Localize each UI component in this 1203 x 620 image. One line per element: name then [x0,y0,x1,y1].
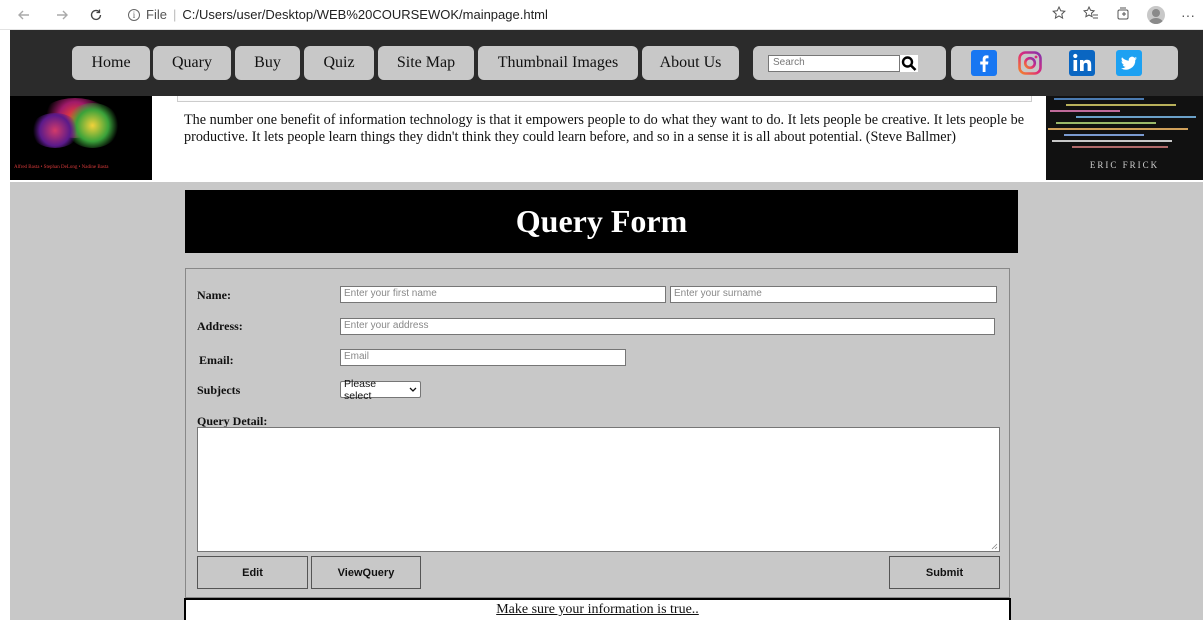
first-name-input[interactable]: Enter your first name [340,286,666,303]
search-input[interactable]: Search [768,55,900,72]
refresh-icon[interactable] [86,5,106,25]
nav-buy[interactable]: Buy [235,46,300,80]
query-detail-textarea[interactable] [197,427,1000,552]
quote-top-border [177,96,1032,102]
main-navbar: Home Quary Buy Quiz Site Map Thumbnail I… [10,30,1203,96]
left-book-image: Alfred Basta • Stephan DeLong • Nadine B… [10,88,152,180]
surname-input[interactable]: Enter your surname [670,286,997,303]
nav-about-us[interactable]: About Us [642,46,739,80]
address-bar[interactable]: i File | C:/Users/user/Desktop/WEB%20COU… [128,7,548,22]
subjects-selected-value: Please select [344,377,377,402]
info-icon[interactable]: i [128,8,140,21]
instagram-icon[interactable] [1017,50,1043,76]
edit-button[interactable]: Edit [197,556,308,589]
nav-quiz[interactable]: Quiz [304,46,374,80]
email-input[interactable]: Email [340,349,626,366]
name-label: Name: [197,288,231,302]
search-icon[interactable] [900,55,918,72]
left-book-authors: Alfred Basta • Stephan DeLong • Nadine B… [14,165,109,170]
collections-icon[interactable] [1115,5,1131,24]
page-title: Query Form [185,190,1018,253]
social-links [951,46,1178,80]
subjects-select[interactable]: Please select [340,378,421,402]
view-query-button[interactable]: ViewQuery [311,556,421,589]
nav-site-map[interactable]: Site Map [378,46,474,80]
search-box: Search [753,46,946,80]
url-text[interactable]: C:/Users/user/Desktop/WEB%20COURSEWOK/ma… [182,7,548,22]
address-input[interactable]: Enter your address [340,318,995,335]
email-label: Email: [199,353,234,367]
profile-avatar[interactable] [1147,5,1165,24]
nav-quary[interactable]: Quary [153,46,231,80]
favorites-icon[interactable] [1082,5,1099,24]
header-quote: The number one benefit of information te… [184,112,1024,145]
browser-toolbar: i File | C:/Users/user/Desktop/WEB%20COU… [0,0,1203,30]
nav-thumbnail-images[interactable]: Thumbnail Images [478,46,638,80]
notice-banner: Make sure your information is true.. [184,598,1011,620]
forward-arrow-icon[interactable] [52,5,72,25]
linkedin-icon[interactable] [1069,50,1095,76]
address-label: Address: [197,319,243,333]
more-icon[interactable]: ··· [1181,7,1195,23]
site-info-label: File [146,7,167,22]
notice-text: Make sure your information is true.. [496,602,699,617]
facebook-icon[interactable] [971,50,997,76]
browser-actions: ··· [1051,5,1195,24]
address-separator: | [172,7,177,22]
nav-home[interactable]: Home [72,46,150,80]
chevron-down-icon [409,387,417,392]
read-aloud-icon[interactable] [1051,5,1067,24]
subjects-label: Subjects [197,383,241,397]
back-arrow-icon[interactable] [14,5,34,25]
twitter-icon[interactable] [1116,50,1142,76]
right-book-image: ERIC FRICK [1046,88,1203,180]
submit-button[interactable]: Submit [889,556,1000,589]
resize-grip-icon[interactable] [991,543,998,550]
right-book-author: ERIC FRICK [1089,160,1160,170]
